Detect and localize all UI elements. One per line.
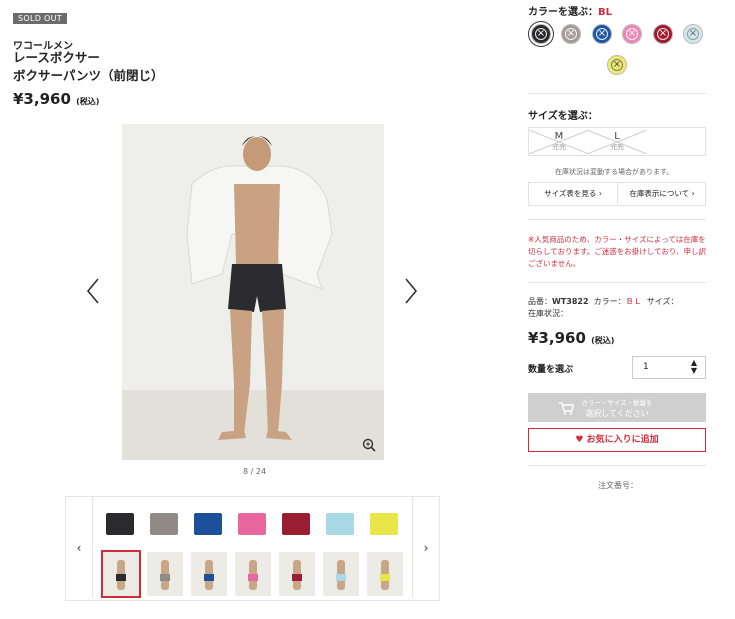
meta-color-value: ＢＬ bbox=[625, 297, 642, 306]
chevron-left-icon bbox=[86, 278, 99, 304]
favorite-label: お気に入りに追加 bbox=[586, 435, 659, 445]
meta-size-label: サイズ： bbox=[646, 297, 679, 306]
thumb-photo-6[interactable] bbox=[323, 552, 359, 596]
size-option-l[interactable]: L 完売 bbox=[587, 130, 647, 154]
product-meta: 品番：WT3822 カラー：ＢＬ サイズ： 在庫状況： bbox=[528, 296, 708, 320]
model-illustration bbox=[186, 136, 333, 440]
sold-out-badge: SOLD OUT bbox=[13, 13, 67, 24]
product-title-line1: レースボクサー bbox=[13, 50, 100, 65]
unavailable-x-icon: × bbox=[657, 28, 669, 40]
quantity-label: 数量を選ぶ bbox=[528, 365, 574, 375]
cart-button-line2: 選択してください bbox=[585, 409, 649, 418]
chevron-right-icon: › bbox=[691, 189, 695, 198]
sku-value: WT3822 bbox=[552, 297, 589, 306]
gallery-prev-button[interactable] bbox=[86, 277, 100, 310]
sku-label: 品番： bbox=[528, 297, 552, 306]
tax-note: (税込) bbox=[76, 97, 100, 106]
unavailable-x-icon: × bbox=[611, 59, 623, 71]
quantity-select[interactable]: 1 ▲ ▼ bbox=[632, 356, 706, 379]
unavailable-x-icon: × bbox=[687, 28, 699, 40]
unavailable-x-icon: × bbox=[565, 28, 577, 40]
thumb-swatch-black[interactable] bbox=[106, 513, 134, 535]
product-title-line2: ボクサーパンツ（前閉じ） bbox=[13, 68, 164, 83]
thumb-photo-3[interactable] bbox=[191, 552, 227, 596]
color-label: カラーを選ぶ：BL bbox=[528, 3, 612, 18]
selected-color: BL bbox=[598, 7, 612, 18]
cart-button-line1: カラー・サイズ・数量を bbox=[581, 399, 653, 407]
price-value: ¥3,960 bbox=[13, 90, 71, 108]
thumb-photo-2[interactable] bbox=[147, 552, 183, 596]
thumb-next-button[interactable]: › bbox=[412, 497, 439, 598]
thumb-swatch-lightblue[interactable] bbox=[326, 513, 354, 535]
thumb-swatch-yellow[interactable] bbox=[370, 513, 398, 535]
image-counter: 8 / 24 bbox=[243, 467, 267, 476]
heart-icon: ♥ bbox=[575, 435, 584, 445]
unavailable-x-icon: × bbox=[596, 28, 608, 40]
color-option-gray[interactable]: × bbox=[561, 24, 581, 44]
size-links: サイズ表を見る › 在庫表示について › bbox=[528, 182, 706, 206]
add-favorite-button[interactable]: ♥ お気に入りに追加 bbox=[528, 428, 706, 452]
purchase-tax-note: (税込) bbox=[591, 336, 615, 345]
thumb-photo-5[interactable] bbox=[279, 552, 315, 596]
thumb-swatch-gray[interactable] bbox=[150, 513, 178, 535]
stock-note: 在庫状況は変動する場合があります。 bbox=[555, 168, 674, 176]
thumb-swatch-wine[interactable] bbox=[282, 513, 310, 535]
zoom-in-icon[interactable] bbox=[362, 438, 376, 452]
size-label: サイズを選ぶ： bbox=[528, 111, 598, 122]
color-option-wine[interactable]: × bbox=[653, 24, 673, 44]
divider bbox=[528, 465, 706, 466]
color-option-lightblue[interactable]: × bbox=[683, 24, 703, 44]
chevron-right-icon bbox=[405, 278, 418, 304]
divider bbox=[528, 219, 706, 220]
size-chart-button[interactable]: サイズ表を見る › bbox=[529, 183, 618, 205]
meta-stock-label: 在庫状況： bbox=[528, 309, 568, 318]
product-title: レースボクサー ボクサーパンツ（前閉じ） bbox=[13, 49, 164, 85]
stock-info-button[interactable]: 在庫表示について › bbox=[618, 183, 706, 205]
stock-warning: ※人気商品のため、カラー・サイズによっては在庫を切らしております。ご迷惑をお掛け… bbox=[528, 235, 707, 268]
purchase-price-value: ¥3,960 bbox=[528, 329, 586, 347]
sold-out-cross bbox=[587, 130, 647, 154]
thumb-photo-4[interactable] bbox=[235, 552, 271, 596]
sold-out-cross bbox=[529, 130, 589, 154]
order-number-label: 注文番号： bbox=[598, 481, 638, 490]
size-chart-label: サイズ表を見る bbox=[544, 189, 597, 198]
color-option-blue[interactable]: × bbox=[592, 24, 612, 44]
thumb-swatch-blue[interactable] bbox=[194, 513, 222, 535]
divider bbox=[528, 282, 706, 283]
unavailable-x-icon: × bbox=[535, 28, 547, 40]
product-price: ¥3,960 (税込) bbox=[13, 90, 99, 108]
product-main-image[interactable] bbox=[122, 124, 384, 460]
purchase-price: ¥3,960 (税込) bbox=[528, 329, 614, 347]
stock-info-label: 在庫表示について bbox=[629, 189, 690, 198]
add-to-cart-button[interactable]: カラー・サイズ・数量を 選択してください bbox=[528, 393, 706, 422]
chevron-right-icon: › bbox=[598, 189, 602, 198]
thumb-photo-1[interactable] bbox=[101, 550, 141, 598]
color-option-pink[interactable]: × bbox=[622, 24, 642, 44]
size-selector: M 完売 L 完売 bbox=[528, 127, 706, 156]
thumb-swatch-pink[interactable] bbox=[238, 513, 266, 535]
gallery-next-button[interactable] bbox=[404, 277, 418, 310]
size-option-m[interactable]: M 完売 bbox=[529, 130, 589, 154]
updown-arrow-icon: ▲ ▼ bbox=[690, 358, 697, 375]
color-option-black[interactable]: × bbox=[531, 24, 551, 44]
thumb-photo-7[interactable] bbox=[367, 552, 403, 596]
quantity-value: 1 bbox=[643, 362, 649, 372]
color-option-yellow[interactable]: × bbox=[607, 55, 627, 75]
color-label-text: カラーを選ぶ： bbox=[528, 7, 598, 18]
unavailable-x-icon: × bbox=[626, 28, 638, 40]
divider bbox=[528, 93, 706, 94]
thumbnail-strip: ‹ › bbox=[65, 496, 440, 601]
meta-color-label: カラー： bbox=[593, 297, 626, 306]
thumb-prev-button[interactable]: ‹ bbox=[66, 497, 93, 598]
